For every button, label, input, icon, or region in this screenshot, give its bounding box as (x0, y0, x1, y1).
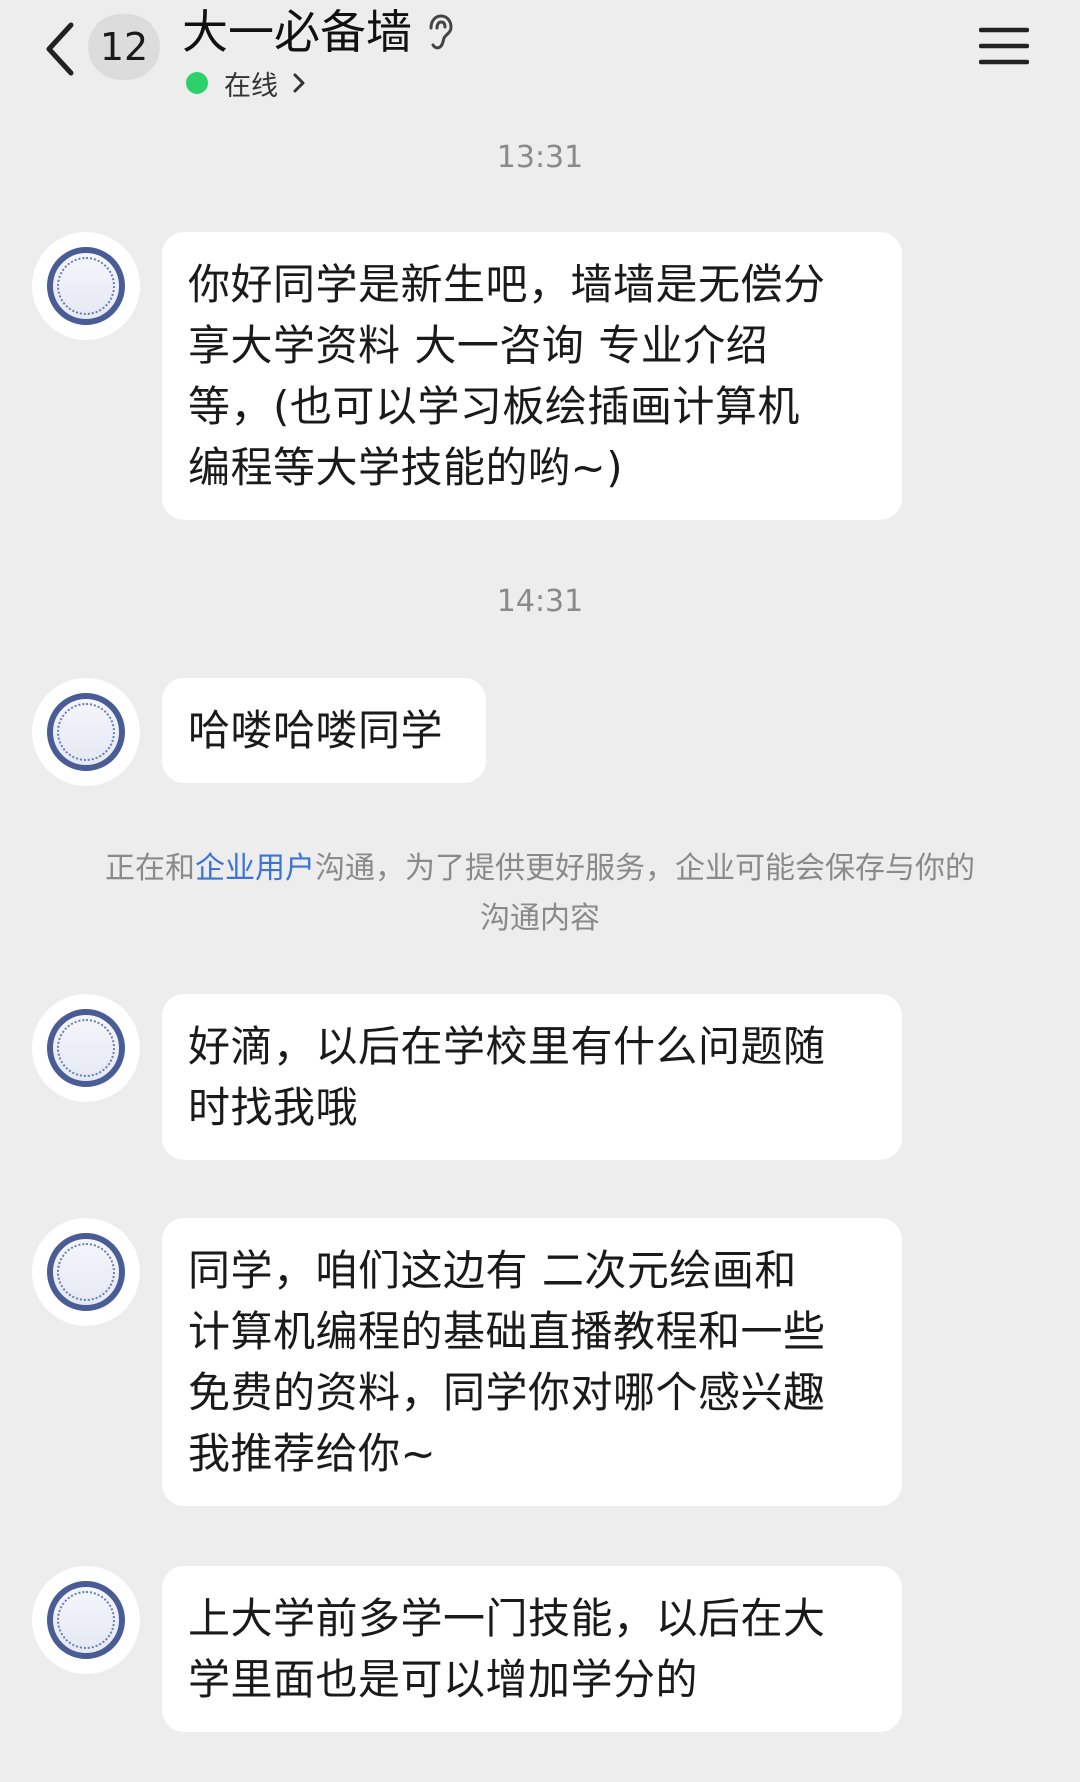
avatar-image (47, 1233, 125, 1311)
system-notice: 正在和企业用户沟通，为了提供更好服务，企业可能会保存与你的 沟通内容 (60, 844, 1020, 944)
message-line: 免费的资料，同学你对哪个感兴趣 (188, 1368, 826, 1417)
message-line: 计算机编程的基础直播教程和一些 (188, 1307, 826, 1356)
message-bubble[interactable]: 你好同学是新生吧，墙墙是无偿分 享大学资料 大一咨询 专业介绍 等，(也可以学习… (162, 232, 902, 520)
unread-count-badge[interactable]: 12 (88, 14, 160, 80)
timestamp: 13:31 (496, 140, 584, 175)
avatar[interactable] (32, 994, 140, 1102)
avatar[interactable] (32, 232, 140, 340)
timestamp: 14:31 (496, 584, 584, 619)
online-dot (186, 72, 208, 94)
unread-count: 12 (99, 25, 149, 69)
message-line: 你好同学是新生吧，墙墙是无偿分 (188, 260, 826, 309)
avatar[interactable] (32, 678, 140, 786)
notice-text: 沟通内容 (480, 901, 600, 936)
chat-header: 12 大一必备墙 在线 (0, 0, 1080, 118)
chevron-right-icon (293, 73, 305, 93)
message-bubble[interactable]: 上大学前多学一门技能，以后在大 学里面也是可以增加学分的 (162, 1566, 902, 1732)
notice-text: 沟通，为了提供更好服务，企业可能会保存与你的 (315, 851, 975, 886)
message-line: 哈喽哈喽同学 (188, 706, 444, 755)
avatar[interactable] (32, 1566, 140, 1674)
message-line: 享大学资料 大一咨询 专业介绍 (188, 321, 769, 370)
message-line: 等，(也可以学习板绘插画计算机 (188, 382, 800, 431)
chat-title[interactable]: 大一必备墙 (182, 4, 412, 60)
menu-button[interactable] (976, 22, 1032, 70)
ear-icon (429, 14, 453, 50)
message-bubble[interactable]: 同学，咱们这边有 二次元绘画和 计算机编程的基础直播教程和一些 免费的资料，同学… (162, 1218, 902, 1506)
back-button[interactable] (30, 14, 90, 84)
status-text: 在线 (224, 70, 278, 102)
online-status[interactable]: 在线 (186, 66, 306, 102)
message-bubble[interactable]: 好滴，以后在学校里有什么问题随 时找我哦 (162, 994, 902, 1160)
message-line: 时找我哦 (188, 1083, 359, 1132)
message-line: 同学，咱们这边有 二次元绘画和 (188, 1246, 797, 1295)
message-line: 学里面也是可以增加学分的 (188, 1655, 699, 1704)
enterprise-user-link[interactable]: 企业用户 (195, 851, 315, 886)
message-line: 编程等大学技能的哟~) (188, 443, 624, 492)
message-bubble[interactable]: 哈喽哈喽同学 (162, 678, 486, 783)
avatar-image (47, 693, 125, 771)
message-line: 上大学前多学一门技能，以后在大 (188, 1594, 826, 1643)
avatar-image (47, 1581, 125, 1659)
message-line: 好滴，以后在学校里有什么问题随 (188, 1022, 826, 1071)
message-line: 我推荐给你~ (188, 1429, 437, 1478)
notice-text: 正在和 (105, 851, 195, 886)
chevron-left-icon (46, 22, 74, 76)
avatar-image (47, 1009, 125, 1087)
avatar[interactable] (32, 1218, 140, 1326)
hamburger-menu-icon (979, 27, 1029, 65)
avatar-image (47, 247, 125, 325)
